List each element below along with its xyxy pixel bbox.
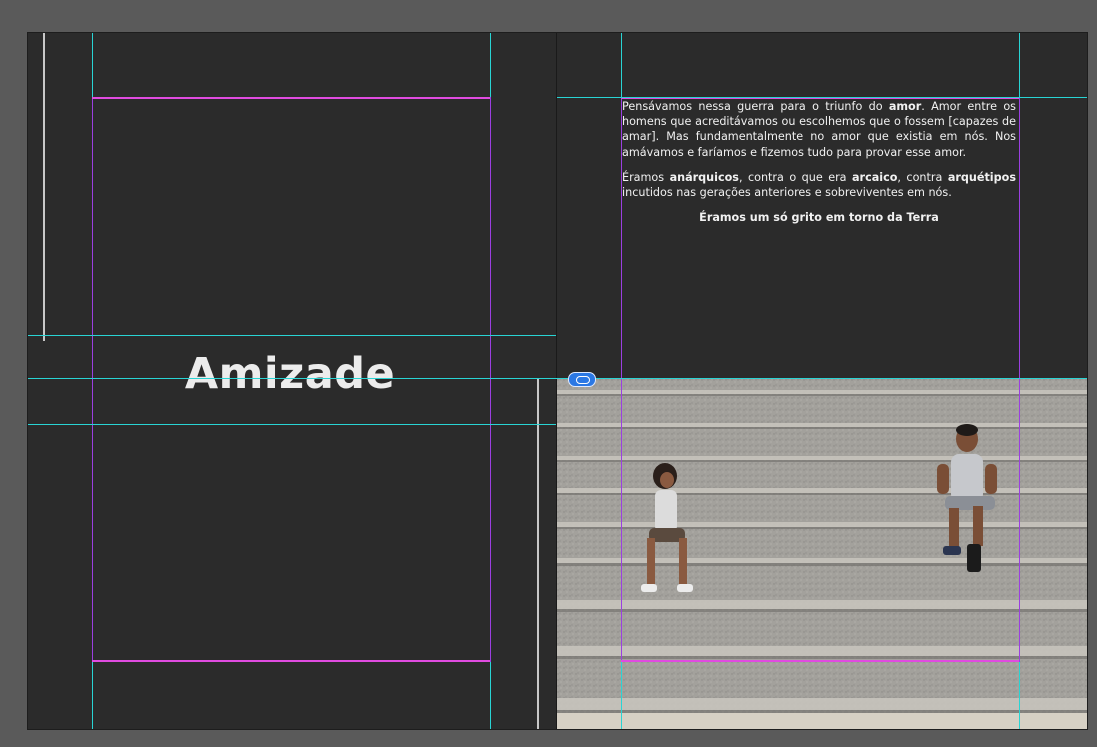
paragraph-2: Éramos anárquicos, contra o que era arca…: [622, 170, 1016, 200]
stairs-photo[interactable]: [557, 378, 1087, 729]
paragraph-1: Pensávamos nessa guerra para o triunfo d…: [622, 100, 1016, 159]
stairs-photo-image: [557, 378, 1087, 729]
body-text-frame[interactable]: Pensávamos nessa guerra para o triunfo d…: [622, 99, 1016, 235]
page-title[interactable]: Amizade: [90, 349, 490, 399]
closing-line: Éramos um só grito em torno da Terra: [699, 211, 939, 225]
document-spread: Amizade Pensávamos nessa guerra para o t…: [28, 33, 1087, 729]
link-icon[interactable]: [568, 372, 596, 387]
